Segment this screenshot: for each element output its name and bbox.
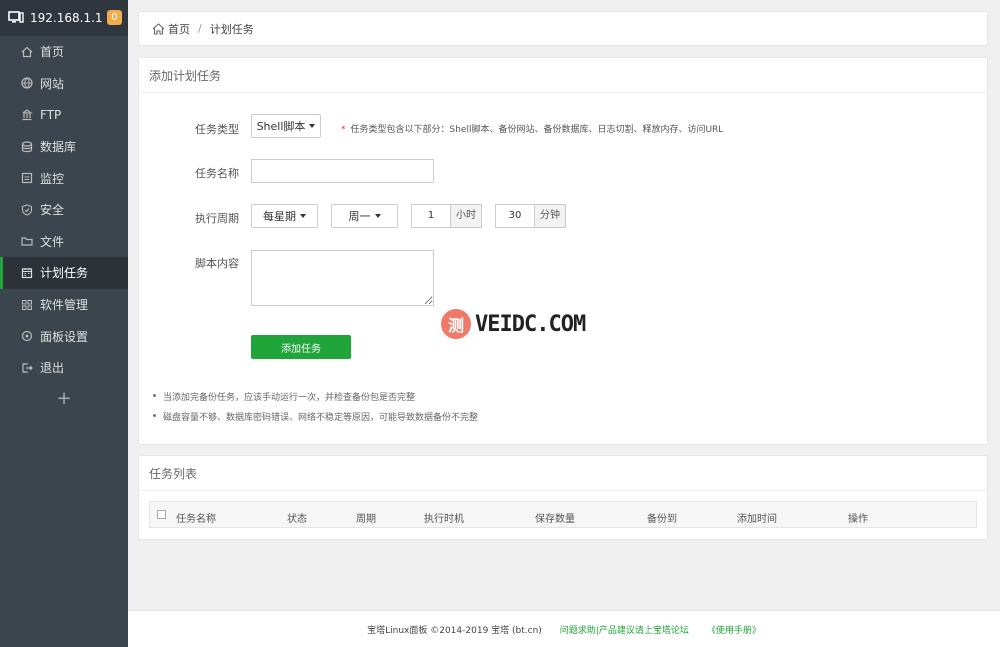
sidebar-item-label: 软件管理 xyxy=(40,298,89,313)
script-label: 脚本内容 xyxy=(195,257,239,270)
required-star: * xyxy=(341,125,346,135)
task-name-input[interactable] xyxy=(251,159,434,183)
col-add-time[interactable]: 添加时间 xyxy=(737,510,777,525)
server-host[interactable]: 192.168.1.1 0 xyxy=(0,0,128,36)
sidebar-item-2[interactable]: 网站 xyxy=(0,68,128,100)
add-task-button[interactable]: 添加任务 xyxy=(251,335,351,359)
breadcrumb: 首页 / 计划任务 xyxy=(138,11,988,46)
watermark: 测 VEIDC.COM xyxy=(441,309,586,339)
caret-down-icon xyxy=(309,124,316,128)
sidebar-item-7[interactable]: 文件 xyxy=(0,226,128,258)
sidebar-item-1[interactable]: 首页 xyxy=(0,36,128,68)
col-backup-to[interactable]: 备份到 xyxy=(647,510,677,525)
sidebar-item-11[interactable]: 退出 xyxy=(0,352,128,384)
caret-down-icon xyxy=(374,214,381,218)
select-all-checkbox[interactable] xyxy=(157,510,166,519)
sidebar-item-5[interactable]: 监控 xyxy=(0,162,128,194)
panel-title: 添加计划任务 xyxy=(139,58,987,93)
minute-input[interactable]: 30 xyxy=(495,204,534,228)
caret-down-icon xyxy=(300,214,306,218)
task-list-panel: 任务列表 任务名称 状态 周期 执行时机 保存数量 备份到 添加时间 操作 xyxy=(138,455,988,540)
sidebar-item-10[interactable]: 面板设置 xyxy=(0,320,128,352)
task-type-value: Shell脚本 xyxy=(256,120,306,133)
sidebar-item-label: 退出 xyxy=(40,361,65,376)
task-type-hint: * 任务类型包含以下部分：Shell脚本、备份网站、备份数据库、日志切割、释放内存… xyxy=(341,122,723,135)
notes-list: 当添加完备份任务，应该手动运行一次，并检查备份包是否完整 磁盘容量不够、数据库密… xyxy=(153,390,478,430)
task-type-label: 任务类型 xyxy=(195,123,239,136)
minute-field: 30 分钟 xyxy=(495,204,566,228)
logout-icon xyxy=(22,363,33,373)
sidebar-item-4[interactable]: 数据库 xyxy=(0,131,128,163)
col-task-name[interactable]: 任务名称 xyxy=(176,510,216,525)
minute-unit: 分钟 xyxy=(534,204,566,228)
sidebar-item-6[interactable]: 安全 xyxy=(0,194,128,226)
breadcrumb-separator: / xyxy=(198,22,202,35)
task-table-header: 任务名称 状态 周期 执行时机 保存数量 备份到 添加时间 操作 xyxy=(149,501,977,528)
sidebar-item-label: 监控 xyxy=(40,171,65,186)
task-list-title: 任务列表 xyxy=(139,456,987,491)
hour-unit: 小时 xyxy=(450,204,482,228)
col-actions: 操作 xyxy=(848,514,868,525)
folder-icon xyxy=(21,237,33,246)
task-type-hint-text: 任务类型包含以下部分：Shell脚本、备份网站、备份数据库、日志切割、释放内存、… xyxy=(350,125,724,135)
database-icon xyxy=(21,140,33,152)
script-content-textarea[interactable] xyxy=(251,250,434,306)
breadcrumb-home[interactable]: 首页 xyxy=(168,21,190,37)
manual-link[interactable]: 《使用手册》 xyxy=(707,623,761,636)
monitor-icon xyxy=(21,173,33,184)
col-exec-time[interactable]: 执行时机 xyxy=(424,510,464,525)
hour-input[interactable]: 1 xyxy=(411,204,450,228)
weekday-value: 周一 xyxy=(348,210,371,223)
sidebar-item-label: 面板设置 xyxy=(40,329,89,344)
ftp-icon xyxy=(22,109,33,121)
sidebar-item-3[interactable]: FTP xyxy=(0,99,128,131)
monitor-icon xyxy=(8,11,24,23)
col-status[interactable]: 状态 xyxy=(287,510,307,525)
grid-icon xyxy=(22,299,32,310)
host-address: 192.168.1.1 xyxy=(30,11,103,25)
sidebar-item-label: 网站 xyxy=(40,76,65,91)
watermark-text: VEIDC.COM xyxy=(475,311,586,337)
weekday-dropdown[interactable]: 周一 xyxy=(331,204,398,228)
shield-icon xyxy=(21,204,33,216)
footer-copyright: 宝塔Linux面板 ©2014-2019 宝塔 (bt.cn) xyxy=(367,625,542,636)
note-item: 当添加完备份任务，应该手动运行一次，并检查备份包是否完整 xyxy=(153,390,478,403)
sidebar-item-label: 文件 xyxy=(40,234,65,249)
task-type-dropdown[interactable]: Shell脚本 xyxy=(251,114,321,138)
sidebar: 192.168.1.1 0 首页网站 FTP 数据库监控安全文件计划任务软件管理面板… xyxy=(0,0,128,647)
add-shortcut-button[interactable]: + xyxy=(0,384,128,414)
breadcrumb-current: 计划任务 xyxy=(209,22,254,36)
hour-field: 1 小时 xyxy=(411,204,482,228)
col-save-count[interactable]: 保存数量 xyxy=(535,510,575,525)
add-task-panel: 添加计划任务 任务类型 Shell脚本 * 任务类型包含以下部分：Shell脚本、… xyxy=(138,57,988,445)
footer: 宝塔Linux面板 ©2014-2019 宝塔 (bt.cn) 问题求助|产品建… xyxy=(128,610,1000,647)
sidebar-item-label: 计划任务 xyxy=(40,266,89,281)
sidebar-item-label: FTP xyxy=(40,107,62,122)
home-icon xyxy=(152,22,165,35)
sidebar-item-9[interactable]: 软件管理 xyxy=(0,289,128,321)
settings-icon xyxy=(21,331,33,342)
main-content: 首页 / 计划任务 添加计划任务 任务类型 Shell脚本 * 任务类型包含以下部… xyxy=(128,0,1000,647)
sidebar-item-label: 首页 xyxy=(40,45,65,60)
home-icon xyxy=(21,46,33,57)
notification-badge[interactable]: 0 xyxy=(107,10,122,25)
col-period[interactable]: 周期 xyxy=(356,510,376,525)
watermark-seal: 测 xyxy=(441,309,471,339)
globe-icon xyxy=(21,77,33,90)
period-label: 执行周期 xyxy=(195,212,239,225)
period-value: 每星期 xyxy=(263,210,296,223)
period-dropdown[interactable]: 每星期 xyxy=(251,204,318,228)
task-name-label: 任务名称 xyxy=(195,167,239,180)
note-item: 磁盘容量不够、数据库密码错误、网络不稳定等原因，可能导致数据备份不完整 xyxy=(153,410,478,423)
calendar-icon xyxy=(21,267,33,279)
sidebar-item-label: 安全 xyxy=(40,203,65,218)
sidebar-item-label: 数据库 xyxy=(40,140,77,155)
sidebar-item-8[interactable]: 计划任务 xyxy=(0,257,128,289)
forum-link[interactable]: 问题求助|产品建议请上宝塔论坛 xyxy=(560,623,689,636)
